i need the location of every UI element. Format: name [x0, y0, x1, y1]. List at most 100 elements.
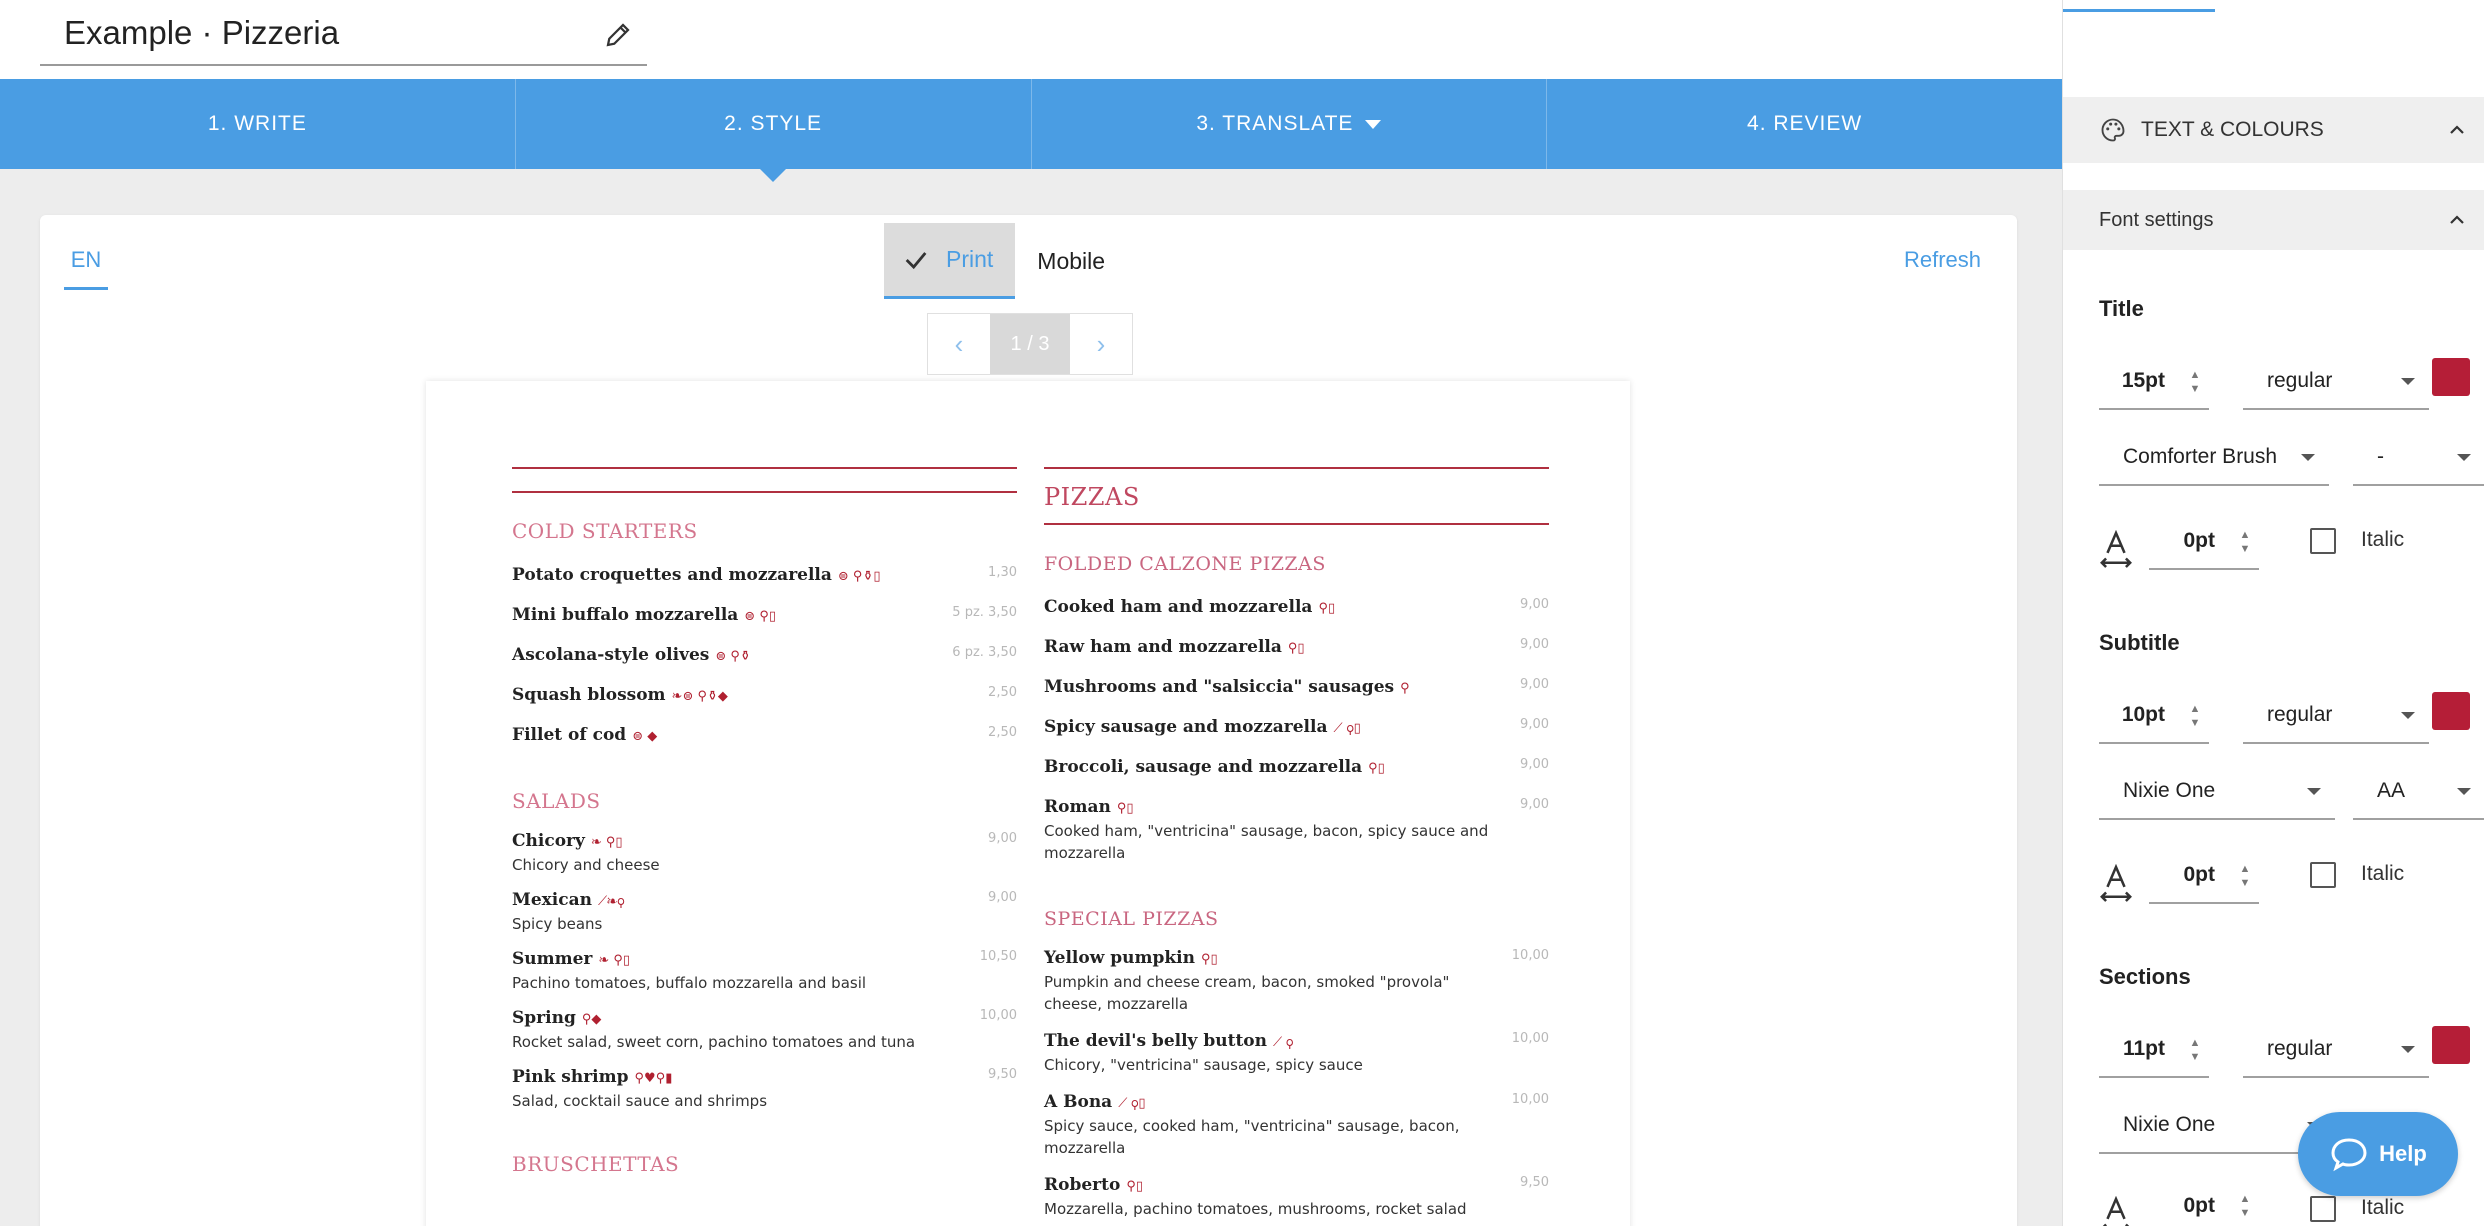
- item-name: A Bona: [1044, 1092, 1113, 1112]
- item-price: 10,00: [1511, 948, 1549, 963]
- menu-item: Mushrooms and "salsiccia" sausages ⚲ 9,00: [1044, 677, 1549, 697]
- title-weight-value: regular: [2267, 369, 2333, 392]
- tab-translate-label: 3. TRANSLATE: [1196, 112, 1354, 135]
- allergen-icons: ⚲: [1400, 681, 1410, 696]
- pencil-icon[interactable]: [603, 20, 633, 50]
- allergen-icons: ⊜ ⚲⚱: [715, 649, 751, 664]
- allergen-icons: ⊜ ⚲⚱▯: [837, 569, 881, 584]
- next-page-button[interactable]: ›: [1070, 314, 1132, 374]
- sections-color-swatch[interactable]: [2432, 1026, 2470, 1064]
- item-name: Chicory: [512, 831, 585, 851]
- item-price: 2,50: [988, 725, 1017, 740]
- menu-item: Fillet of cod ⊜ ◆ 2,50: [512, 725, 1017, 745]
- title-group-label: Title: [2099, 296, 2144, 321]
- language-tab-en[interactable]: EN: [64, 247, 108, 290]
- stepper-arrows-icon[interactable]: ▲ ▼: [2237, 1192, 2253, 1222]
- font-settings-accordion[interactable]: Font settings: [2063, 190, 2484, 250]
- item-price: 10,50: [979, 949, 1017, 964]
- tab-translate[interactable]: 3. TRANSLATE: [1032, 79, 1548, 169]
- help-button[interactable]: Help: [2298, 1112, 2458, 1196]
- subtitle-spacing-stepper[interactable]: 0pt ▲ ▼: [2149, 848, 2259, 904]
- menu-item: Ascolana-style olives ⊜ ⚲⚱ 6 pz. 3,50: [512, 645, 1017, 665]
- letter-spacing-icon: [2102, 1196, 2130, 1226]
- stepper-arrows-icon[interactable]: ▲ ▼: [2237, 528, 2253, 558]
- chat-bubble-icon: [2331, 1138, 2367, 1172]
- sections-size-stepper[interactable]: 11pt ▲ ▼: [2099, 1022, 2209, 1078]
- item-name: Broccoli, sausage and mozzarella: [1044, 757, 1363, 777]
- sections-group-label: Sections: [2099, 964, 2191, 989]
- help-label: Help: [2379, 1141, 2427, 1166]
- menu-item: Yellow pumpkin ⚲▯ Pumpkin and cheese cream…: [1044, 948, 1549, 1015]
- tab-style[interactable]: 2. STYLE: [516, 79, 1032, 182]
- subtitle-italic-checkbox[interactable]: [2310, 862, 2336, 888]
- allergen-icons: ⟋❧⚲: [597, 894, 625, 909]
- item-name: Roman: [1044, 797, 1111, 817]
- subtitle-case-select[interactable]: AA: [2353, 764, 2484, 820]
- text-colours-accordion[interactable]: TEXT & COLOURS: [2063, 97, 2484, 163]
- title-italic-checkbox[interactable]: [2310, 528, 2336, 554]
- letter-spacing-icon: [2100, 530, 2132, 568]
- print-mode-button[interactable]: Print: [884, 223, 1016, 299]
- stepper-arrows-icon[interactable]: ▲ ▼: [2237, 862, 2253, 892]
- menu-item: Broccoli, sausage and mozzarella ⚲▯ 9,00: [1044, 757, 1549, 777]
- subtitle-case-value: AA: [2377, 779, 2406, 802]
- subtitle-color-swatch[interactable]: [2432, 692, 2470, 730]
- title-font-select[interactable]: Comforter Brush: [2099, 430, 2329, 486]
- allergen-icons: ⚲♥⚲▮: [634, 1071, 673, 1086]
- item-description: Pachino tomatoes, buffalo mozzarella and…: [512, 974, 867, 992]
- stepper-arrows-icon[interactable]: ▲ ▼: [2187, 702, 2203, 732]
- title-size-value: 15pt: [2121, 369, 2165, 392]
- prev-page-button[interactable]: ‹: [928, 314, 990, 374]
- tab-review[interactable]: 4. REVIEW: [1547, 79, 2062, 169]
- item-description: Pumpkin and cheese cream, bacon, smoked …: [1044, 973, 1450, 1013]
- tab-write[interactable]: 1. WRITE: [0, 79, 516, 169]
- sections-spacing-stepper[interactable]: 0pt ▲ ▼: [2149, 1178, 2259, 1226]
- item-name: Mushrooms and "salsiccia" sausages: [1044, 677, 1395, 697]
- subtitle-font-select[interactable]: Nixie One: [2099, 764, 2335, 820]
- item-name: Squash blossom: [512, 685, 666, 705]
- subtitle-size-stepper[interactable]: 10pt ▲ ▼: [2099, 688, 2209, 744]
- menu-item: Pink shrimp ⚲♥⚲▮ Salad, cocktail sauce and…: [512, 1067, 1017, 1112]
- title-size-stepper[interactable]: 15pt ▲ ▼: [2099, 354, 2209, 410]
- stepper-arrows-icon[interactable]: ▲ ▼: [2187, 1036, 2203, 1066]
- item-name: Cooked ham and mozzarella: [1044, 597, 1313, 617]
- title-weight-select[interactable]: regular: [2243, 354, 2429, 410]
- section-salads: SALADS: [512, 789, 601, 813]
- chevron-up-icon: [2450, 215, 2464, 224]
- section-pizzas: PIZZAS: [1044, 483, 1140, 511]
- mobile-mode-button[interactable]: Mobile: [1015, 223, 1127, 299]
- item-price: 9,00: [1520, 677, 1549, 692]
- tab-write-label: 1. WRITE: [207, 112, 307, 135]
- menu-item: Squash blossom ❧⊜ ⚲⚱◆ 2,50: [512, 685, 1017, 705]
- menu-item: Spring ⚲◆ Rocket salad, sweet corn, pachin…: [512, 1008, 1017, 1053]
- dropdown-arrow-icon: [2457, 788, 2471, 795]
- item-description: Cooked ham, "ventricina" sausage, bacon,…: [1044, 822, 1489, 862]
- subtitle-size-value: 10pt: [2121, 703, 2165, 726]
- step-tabs: 1. WRITE 2. STYLE 3. TRANSLATE 4. REVIEW: [0, 79, 2062, 182]
- item-price: 9,50: [988, 1067, 1017, 1082]
- title-case-value: -: [2377, 445, 2384, 468]
- title-case-select[interactable]: -: [2353, 430, 2484, 486]
- sections-size-value: 11pt: [2122, 1037, 2165, 1060]
- panel-tab-indicator[interactable]: [2063, 0, 2215, 12]
- allergen-icons: ⚲▯: [1126, 1179, 1144, 1194]
- title-spacing-stepper[interactable]: 0pt ▲ ▼: [2149, 514, 2259, 570]
- subtitle-weight-select[interactable]: regular: [2243, 688, 2429, 744]
- sections-italic-checkbox[interactable]: [2310, 1196, 2336, 1222]
- title-spacing-value: 0pt: [2183, 529, 2216, 552]
- tab-review-label: 4. REVIEW: [1747, 112, 1863, 135]
- item-description: Spicy sauce, cooked ham, "ventricina" sa…: [1044, 1117, 1460, 1157]
- refresh-link[interactable]: Refresh: [1904, 247, 1981, 273]
- title-color-swatch[interactable]: [2432, 358, 2470, 396]
- stepper-arrows-icon[interactable]: ▲ ▼: [2187, 368, 2203, 398]
- item-name: Pink shrimp: [512, 1067, 629, 1087]
- sections-weight-select[interactable]: regular: [2243, 1022, 2429, 1078]
- document-title-field[interactable]: Example · Pizzeria: [40, 0, 647, 66]
- sections-font-value: Nixie One: [2123, 1113, 2216, 1136]
- item-price: 2,50: [988, 685, 1017, 700]
- item-name: Summer: [512, 949, 593, 969]
- menu-item: The devil's belly button ⟋ ⚲ Chicory, "ven…: [1044, 1031, 1549, 1076]
- item-name: Mini buffalo mozzarella: [512, 605, 739, 625]
- dropdown-arrow-icon: [2401, 378, 2415, 385]
- style-settings-panel: TEXT & COLOURS Font settings Title 15pt ▲…: [2062, 0, 2484, 1226]
